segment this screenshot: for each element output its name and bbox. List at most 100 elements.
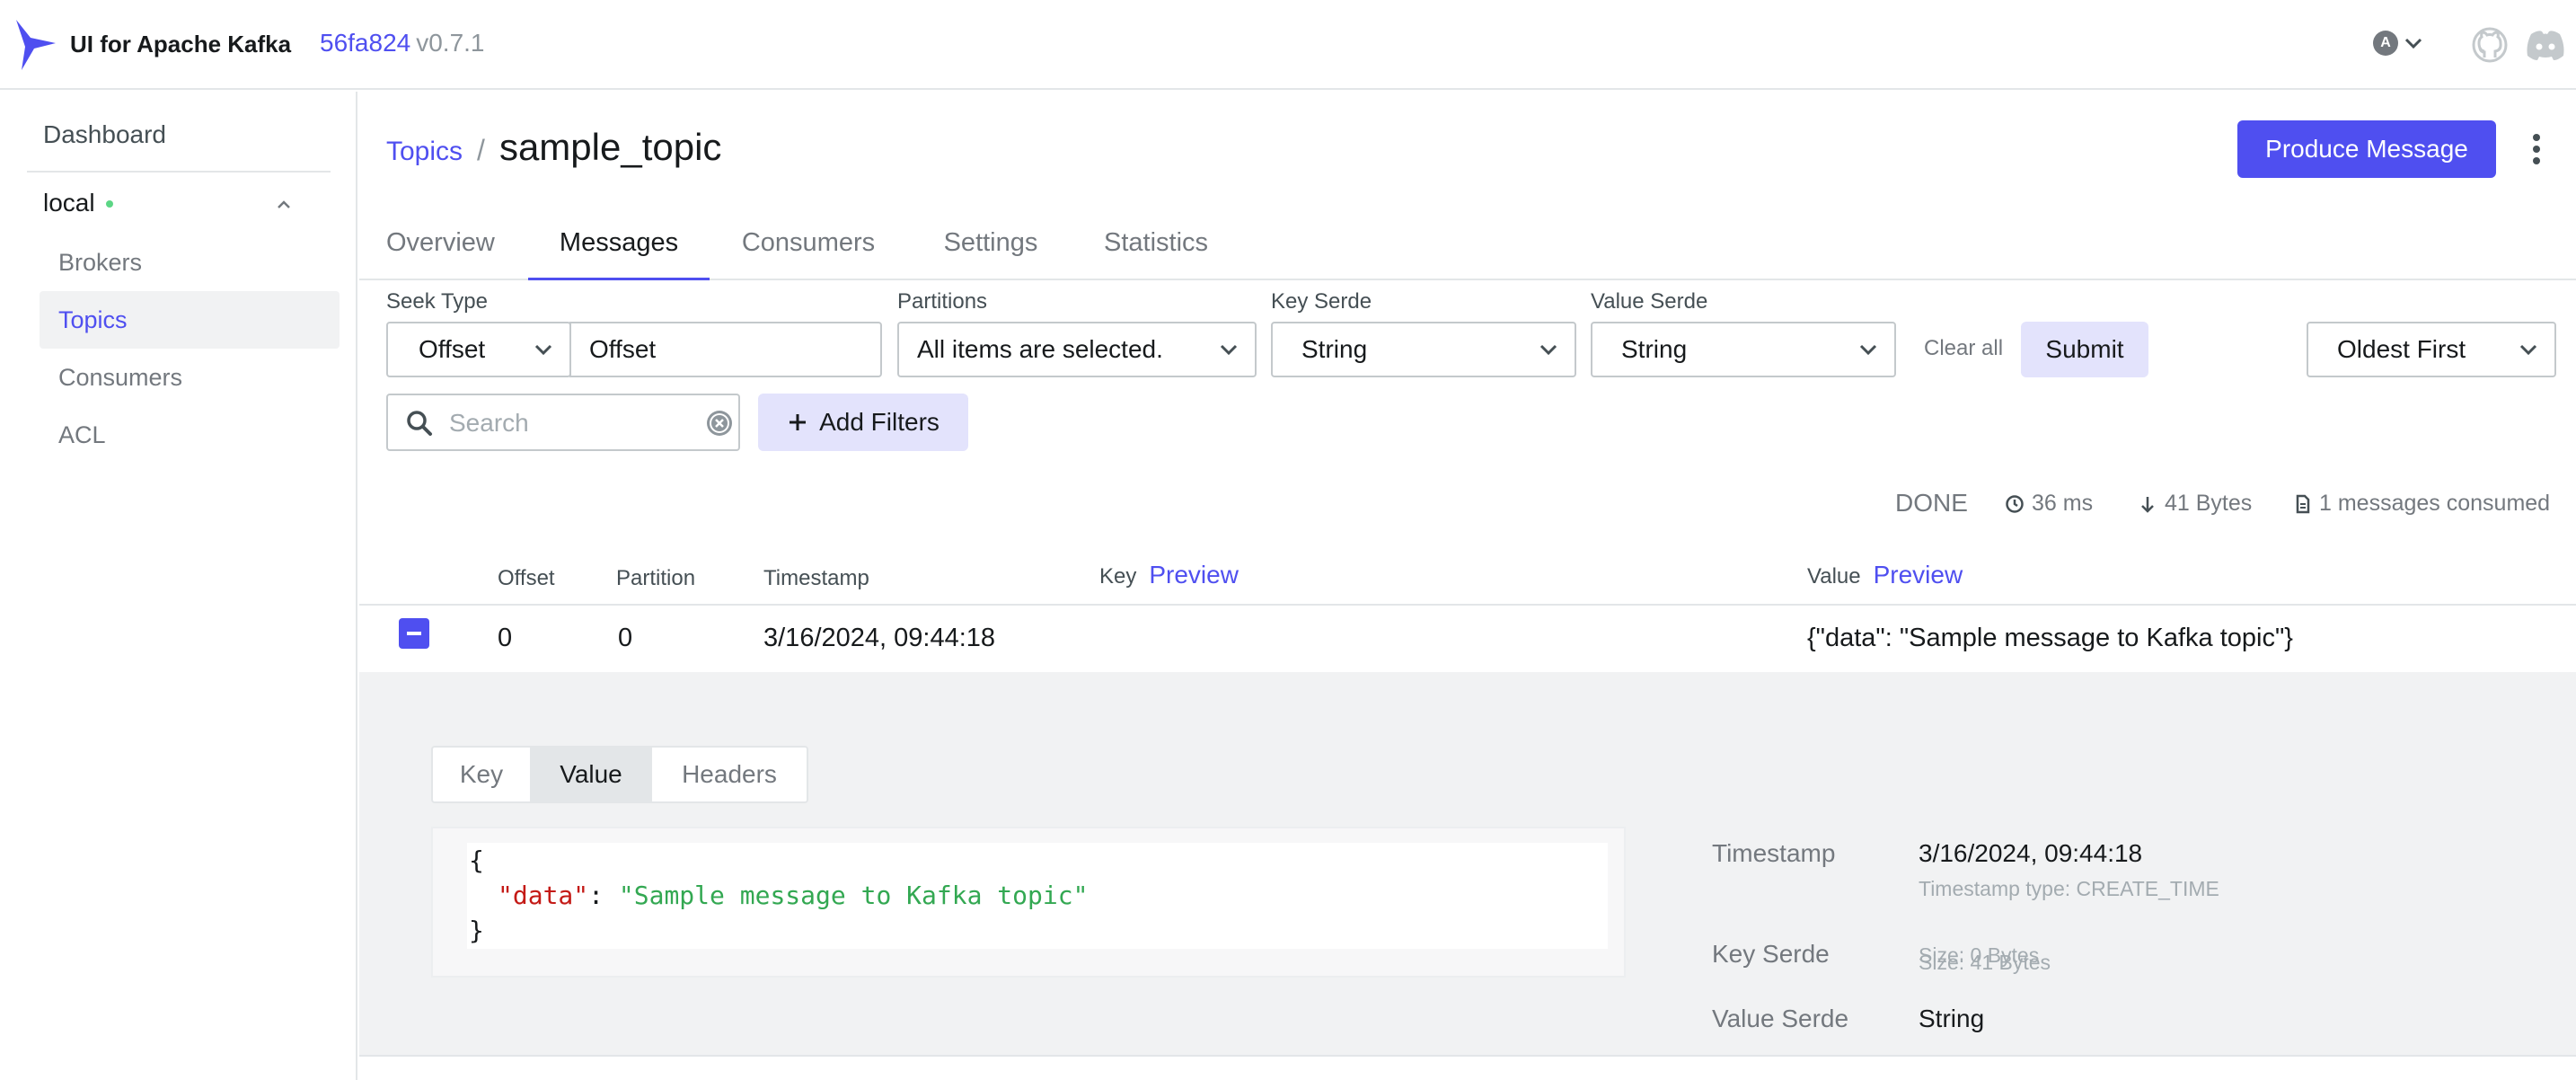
value-serde-label: Value Serde: [1591, 289, 1708, 314]
cell-timestamp: 3/16/2024, 09:44:18: [763, 624, 996, 652]
submit-button[interactable]: Submit: [2021, 322, 2148, 377]
value-preview-link[interactable]: Preview: [1874, 561, 1963, 589]
breadcrumb: Topics / sample_topic: [386, 126, 721, 169]
json-open-brace: {: [469, 845, 484, 875]
add-filters-label: Add Filters: [819, 408, 940, 436]
produce-message-button[interactable]: Produce Message: [2237, 120, 2496, 178]
arrow-down-icon: [2141, 496, 2154, 513]
top-navbar: UI for Apache Kafka 56fa824 v0.7.1 A: [0, 0, 2576, 90]
sidebar-item-consumers[interactable]: Consumers: [40, 349, 340, 406]
key-serde-select[interactable]: String: [1271, 322, 1576, 377]
json-line: "data": "Sample message to Kafka topic": [469, 878, 1608, 913]
status-consumed: 1 messages consumed: [2294, 491, 2550, 517]
column-header-offset: Offset: [498, 566, 555, 591]
breadcrumb-topics-link[interactable]: Topics: [386, 137, 463, 167]
detail-timestamp-value: 3/16/2024, 09:44:18: [1919, 839, 2143, 867]
add-filters-button[interactable]: Add Filters: [758, 394, 968, 451]
cell-value: {"data": "Sample message to Kafka topic"…: [1807, 624, 2293, 652]
content-view-switch: Key Value Headers: [431, 746, 808, 803]
detail-value-serde-value: String: [1919, 1005, 1985, 1032]
cluster-name: local: [43, 189, 95, 217]
user-menu[interactable]: A: [2373, 31, 2423, 56]
clock-icon: [2006, 494, 2024, 513]
tab-settings[interactable]: Settings: [936, 217, 1045, 280]
sidebar-item-topics[interactable]: Topics: [40, 291, 340, 349]
segment-value[interactable]: Value: [532, 748, 652, 801]
value-serde-select[interactable]: String: [1591, 322, 1896, 377]
column-header-key: Key Preview: [1099, 561, 1239, 589]
breadcrumb-separator: /: [477, 134, 485, 166]
partitions-label: Partitions: [897, 289, 988, 314]
tab-statistics[interactable]: Statistics: [1096, 217, 1216, 280]
page-title: sample_topic: [498, 126, 722, 168]
json-close-brace: }: [469, 916, 484, 945]
app-title[interactable]: UI for Apache Kafka: [70, 31, 291, 58]
discord-icon[interactable]: [2524, 27, 2567, 63]
chevron-down-icon: [2404, 38, 2422, 49]
collapse-row-button[interactable]: [399, 618, 429, 649]
clear-search-icon[interactable]: [706, 410, 733, 437]
user-avatar: A: [2373, 31, 2398, 56]
status-state: DONE: [1895, 489, 1968, 518]
chevron-down-icon: [534, 344, 552, 356]
cluster-online-indicator: [105, 200, 113, 208]
tab-messages[interactable]: Messages: [528, 217, 710, 280]
status-done-text: DONE: [1895, 489, 1968, 517]
panel-bottom-divider: [359, 1055, 2576, 1057]
commit-link[interactable]: 56fa824: [320, 29, 410, 57]
json-editor[interactable]: { "data": "Sample message to Kafka topic…: [467, 843, 1608, 949]
detail-value-size: Size: 41 Bytes: [1919, 951, 2051, 974]
plus-icon: [790, 414, 807, 430]
message-details-panel: Key Value Headers { "data": "Sample mess…: [359, 672, 2576, 1055]
elapsed-time: 36 ms: [2032, 491, 2094, 516]
sidebar-divider: [27, 171, 331, 173]
sort-order-select[interactable]: Oldest First: [2307, 322, 2556, 377]
value-serde-value: String: [1621, 335, 1688, 363]
seek-type-select[interactable]: Offset: [386, 322, 571, 377]
version-label: v0.7.1: [416, 29, 485, 57]
topic-tabs: Overview Messages Consumers Settings Sta…: [359, 217, 2576, 280]
column-header-partition: Partition: [616, 566, 695, 591]
segment-key[interactable]: Key: [433, 748, 532, 801]
header-partition-label: Partition: [616, 566, 696, 590]
message-content-viewer: { "data": "Sample message to Kafka topic…: [431, 827, 1626, 978]
key-serde-label: Key Serde: [1271, 289, 1372, 314]
clear-all-button[interactable]: Clear all: [1924, 336, 2003, 361]
kafka-ui-logo-icon[interactable]: [14, 18, 59, 72]
github-icon[interactable]: [2472, 27, 2508, 63]
header-divider: [359, 604, 2576, 606]
sidebar-item-brokers[interactable]: Brokers: [40, 234, 340, 291]
detail-timestamp-type: Timestamp type: CREATE_TIME: [1919, 877, 2219, 900]
chevron-down-icon: [1539, 344, 1557, 356]
status-elapsed: 36 ms: [2005, 491, 2093, 517]
sidebar-item-dashboard[interactable]: Dashboard: [43, 120, 166, 149]
tab-consumers[interactable]: Consumers: [737, 217, 880, 280]
json-colon: :: [588, 881, 619, 910]
search-input[interactable]: [449, 406, 683, 440]
bytes-consumed: 41 Bytes: [2165, 491, 2253, 516]
cell-offset: 0: [498, 624, 513, 652]
offset-input[interactable]: Offset: [569, 322, 882, 377]
partitions-select[interactable]: All items are selected.: [897, 322, 1257, 377]
json-value: "Sample message to Kafka topic": [618, 881, 1089, 910]
cell-partition: 0: [618, 624, 633, 652]
key-preview-link[interactable]: Preview: [1149, 561, 1239, 589]
more-options-icon[interactable]: [2531, 133, 2542, 165]
column-header-timestamp: Timestamp: [763, 566, 869, 591]
segment-headers[interactable]: Headers: [652, 748, 807, 801]
header-value-label: Value: [1807, 564, 1861, 589]
document-icon: [2296, 494, 2310, 513]
sidebar-cluster-local[interactable]: local: [43, 189, 113, 217]
tab-overview[interactable]: Overview: [386, 217, 501, 280]
status-bytes: 41 Bytes: [2138, 491, 2252, 517]
partitions-value: All items are selected.: [917, 335, 1163, 363]
sidebar-item-acl[interactable]: ACL: [40, 406, 340, 464]
seek-type-label: Seek Type: [386, 289, 488, 314]
chevron-up-icon[interactable]: [275, 196, 293, 214]
sort-order-value: Oldest First: [2337, 335, 2466, 363]
offset-value: Offset: [589, 335, 657, 363]
chevron-down-icon: [2519, 344, 2537, 356]
version-info: 56fa824 v0.7.1: [320, 29, 485, 58]
detail-timestamp-label: Timestamp: [1712, 839, 1836, 867]
search-icon: [407, 411, 432, 436]
